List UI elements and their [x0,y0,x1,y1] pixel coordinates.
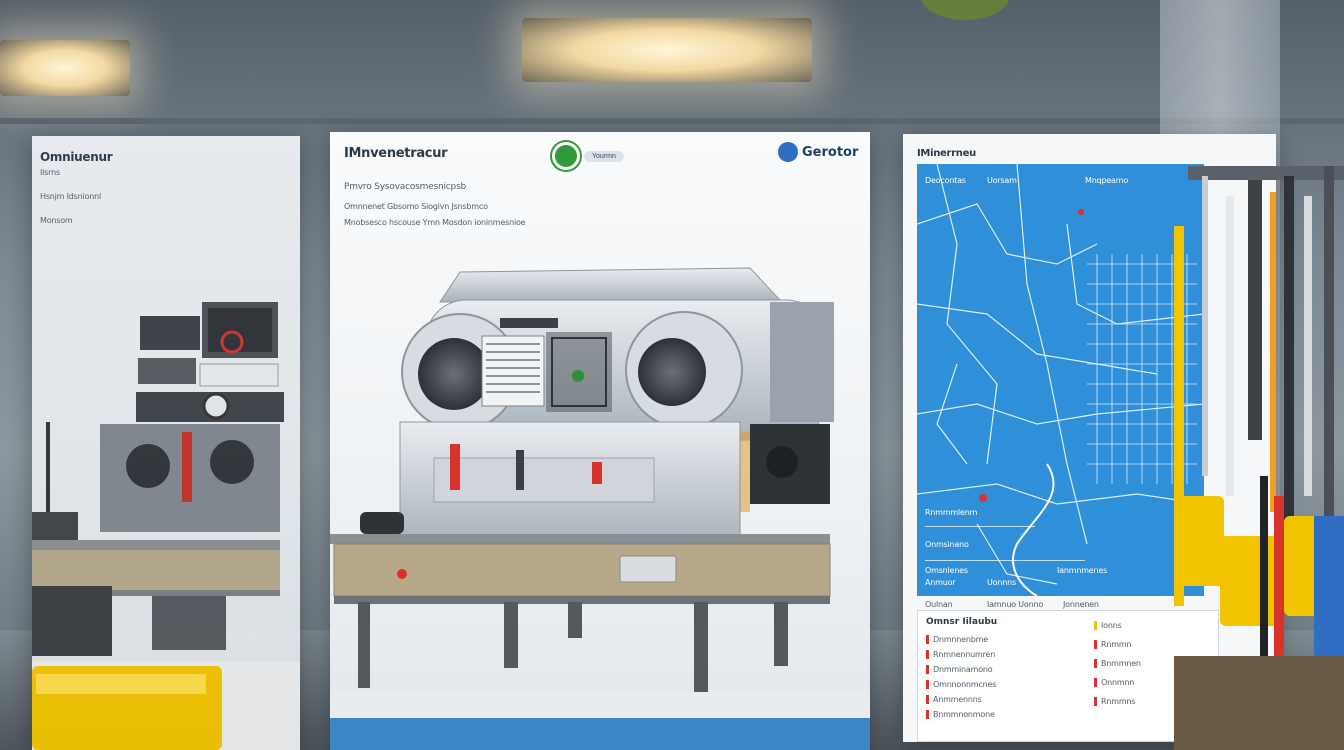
center-panel-footer-bar [330,718,870,750]
map-footer-row-1: Rnmmmlenm [925,508,978,517]
map-footer-row-5c: Jonnenen [1063,600,1099,609]
info-box-title: Omnsr Iilaubu [926,617,998,627]
info-item-2: Rnmnennumren [926,650,1086,659]
info-item-4: Omnnonnmcnes [926,680,1086,689]
info-item-1: Dnmnnenbme [926,635,1086,644]
map-label-2: Uorsam [987,176,1017,185]
info-item-3: Dnmminamono [926,665,1086,674]
ceiling-light-left [0,40,130,96]
map-footer-divider-2 [925,560,1085,561]
ceiling-beam [0,118,1344,124]
map-footer-row-5a: Oulnan [925,600,953,609]
left-machine-illustration [32,302,300,750]
map-street-grid [917,164,1204,596]
info-item-5: Anmmennns [926,695,1086,704]
map-footer-row-3b: Ianmnmenes [1057,566,1108,575]
right-panel-title: IMinerrneu [917,148,976,159]
map-label-1: Deocontas [925,176,966,185]
info-item-6: Bnmmnonmone [926,710,1086,719]
ceiling-light-center [522,18,812,82]
city-map: Deocontas Uorsam Mnqpeamo Rnmmmlenm Onms… [917,164,1204,596]
map-footer-row-2: Onmsinano [925,540,969,549]
background-plant [920,0,1010,20]
map-footer-divider-1 [925,526,1035,527]
map-footer-row-4a: Anmuor [925,578,956,587]
industrial-machine-illustration [330,267,870,718]
map-label-3: Mnqpeamo [1085,176,1129,185]
center-product-panel: IMnvenetracur Yourmn Gerotor Pmvro Sysov… [330,132,870,750]
info-box-list: Dnmnnenbme Rnmnennumren Dnmminamono Omnn… [926,635,1086,725]
map-footer-row-5b: Iamnuo Uonno [987,600,1044,609]
workshop-scene: Omniuenur Ilsrns Hsnjm Idsnionnl Monsom [0,0,1344,750]
hanging-tools-illustration [1174,166,1344,750]
map-footer-row-4b: Uonnns [987,578,1016,587]
left-info-panel: Omniuenur Ilsrns Hsnjm Idsnionnl Monsom [32,136,300,750]
tool-rack [1174,136,1344,750]
map-footer-row-3a: Omsnlenes [925,566,968,575]
